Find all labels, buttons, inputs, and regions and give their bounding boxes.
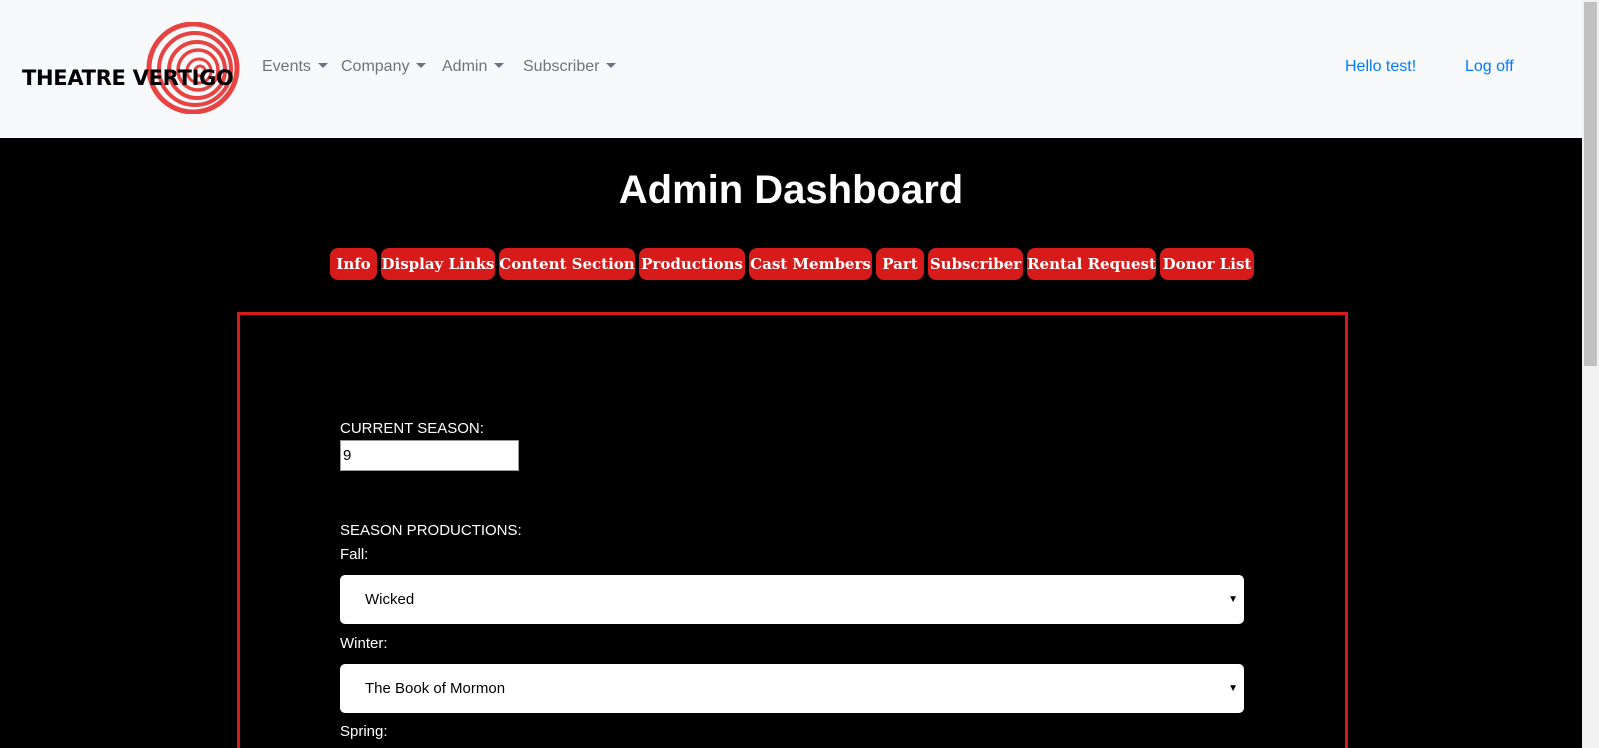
tab-info[interactable]: Info: [330, 248, 377, 280]
nav-subscriber-dropdown[interactable]: Subscriber: [523, 58, 617, 76]
dropdown-arrow-icon: ▼: [1228, 594, 1238, 605]
logoff-link[interactable]: Log off: [1465, 58, 1514, 76]
season-productions-label: SEASON PRODUCTIONS:: [340, 522, 522, 539]
fall-production-value: Wicked: [365, 591, 415, 608]
chevron-down-icon: [317, 62, 328, 68]
vertical-scrollbar[interactable]: [1582, 0, 1599, 748]
nav-admin-dropdown[interactable]: Admin: [442, 58, 505, 76]
winter-production-value: The Book of Mormon: [365, 680, 506, 697]
winter-label: Winter:: [340, 635, 388, 652]
scrollbar-thumb[interactable]: [1584, 2, 1597, 366]
fall-production-select[interactable]: Wicked ▼: [340, 575, 1244, 624]
theatre-vertigo-logo[interactable]: THEATRE VERTIGO: [20, 22, 240, 114]
greeting-link[interactable]: Hello test!: [1345, 58, 1416, 76]
dropdown-arrow-icon: ▼: [1228, 683, 1238, 694]
admin-tab-bar: Info Display Links Content Section Produ…: [0, 248, 1582, 280]
tab-productions[interactable]: Productions: [639, 248, 745, 280]
nav-company-dropdown[interactable]: Company: [341, 58, 427, 76]
fall-label: Fall:: [340, 546, 369, 563]
nav-events-label: Events: [262, 58, 311, 75]
tab-content-section[interactable]: Content Section: [499, 248, 635, 280]
nav-events-dropdown[interactable]: Events: [262, 58, 328, 76]
tab-display-links[interactable]: Display Links: [381, 248, 495, 280]
tab-donor-list[interactable]: Donor List: [1160, 248, 1254, 280]
spring-label: Spring:: [340, 723, 388, 740]
current-season-input[interactable]: 9: [340, 440, 519, 471]
nav-company-label: Company: [341, 58, 410, 75]
chevron-down-icon: [416, 62, 427, 68]
brand-name: THEATRE VERTIGO: [22, 66, 234, 90]
chevron-down-icon: [494, 62, 505, 68]
tab-subscriber[interactable]: Subscriber: [928, 248, 1023, 280]
page-title: Admin Dashboard: [618, 168, 964, 212]
chevron-down-icon: [606, 62, 617, 68]
winter-production-select[interactable]: The Book of Mormon ▼: [340, 664, 1244, 713]
nav-admin-label: Admin: [442, 58, 488, 75]
top-navbar: THEATRE VERTIGO Events Company Admin Sub…: [0, 0, 1582, 138]
tab-rental-request[interactable]: Rental Request: [1027, 248, 1156, 280]
nav-subscriber-label: Subscriber: [523, 58, 600, 75]
tab-part[interactable]: Part: [876, 248, 924, 280]
current-season-label: CURRENT SEASON:: [340, 420, 484, 437]
tab-cast-members[interactable]: Cast Members: [749, 248, 872, 280]
